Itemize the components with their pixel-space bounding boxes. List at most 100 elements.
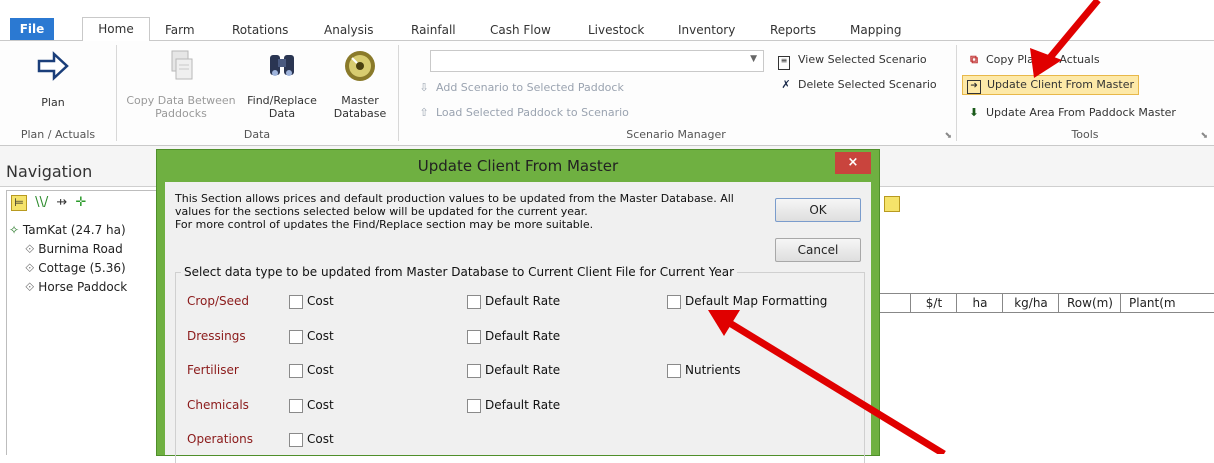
update-area-label: Update Area From Paddock Master xyxy=(986,106,1176,119)
view-selected-scenario-button[interactable]: ≡ View Selected Scenario xyxy=(778,51,927,70)
tree-item-label: Horse Paddock xyxy=(38,280,128,294)
grid-header-cell[interactable]: ha xyxy=(956,294,1003,312)
delete-selected-scenario-button[interactable]: ✗ Delete Selected Scenario xyxy=(778,76,937,94)
chemicals-default-rate-checkbox[interactable] xyxy=(467,399,481,413)
tree-item-farm[interactable]: ✧ TamKat (24.7 ha) xyxy=(9,223,126,237)
copy-document-icon xyxy=(171,50,193,80)
tree-item-paddock[interactable]: ⟐ Burnima Road xyxy=(25,242,123,257)
tab-file[interactable]: File xyxy=(10,18,54,40)
tab-home[interactable]: Home xyxy=(82,17,150,42)
document-list-icon: ≡ xyxy=(778,56,790,70)
load-paddock-label: Load Selected Paddock to Scenario xyxy=(436,106,629,119)
tab-analysis[interactable]: Analysis xyxy=(316,20,381,40)
tab-mapping[interactable]: Mapping xyxy=(842,20,910,40)
ribbon: Plan Plan / Actuals Copy Data Between Pa… xyxy=(0,41,1214,146)
description-line: For more control of updates the Find/Rep… xyxy=(175,218,594,231)
down-arrow-icon: ⬇ xyxy=(969,106,979,119)
grid-header-cell[interactable]: Plant(m xyxy=(1120,294,1214,312)
master-database-label-2: Database xyxy=(333,107,387,120)
tab-livestock[interactable]: Livestock xyxy=(580,20,652,40)
plan-button[interactable]: Plan xyxy=(28,49,78,109)
grid-header-cell[interactable]: $/t xyxy=(910,294,957,312)
database-disc-icon xyxy=(345,51,375,81)
master-database-button[interactable]: Master Database xyxy=(326,49,394,120)
group-label-data: Data xyxy=(243,128,271,141)
ribbon-tab-bar: File Home Farm Rotations Analysis Rainfa… xyxy=(0,0,1214,42)
dialog-description: This Section allows prices and default p… xyxy=(175,192,755,231)
tab-rainfall[interactable]: Rainfall xyxy=(403,20,464,40)
paddock-icon: ⟐ xyxy=(25,280,35,294)
update-client-from-master-button[interactable]: ➜ Update Client From Master xyxy=(962,75,1139,95)
tab-reports[interactable]: Reports xyxy=(762,20,824,40)
close-button[interactable]: × xyxy=(835,152,871,174)
find-replace-label-1: Find/Replace xyxy=(247,94,317,107)
update-client-icon: ➜ xyxy=(967,80,981,94)
group-label-scenario-manager: Scenario Manager xyxy=(626,128,726,141)
paddock-icon: ⟐ xyxy=(25,242,35,256)
fertiliser-cost-checkbox[interactable] xyxy=(289,364,303,378)
update-client-label: Update Client From Master xyxy=(987,78,1134,91)
copy-data-label-2: Paddocks xyxy=(155,107,207,120)
description-line: This Section allows prices and default p… xyxy=(175,192,734,205)
tab-rotations[interactable]: Rotations xyxy=(224,20,296,40)
default-map-formatting-checkbox[interactable] xyxy=(667,295,681,309)
group-label-tools: Tools xyxy=(1071,128,1099,141)
tab-inventory[interactable]: Inventory xyxy=(670,20,743,40)
dressings-default-rate-checkbox[interactable] xyxy=(467,330,481,344)
checkbox-label: Cost xyxy=(307,294,334,308)
tab-cash-flow[interactable]: Cash Flow xyxy=(482,20,559,40)
tree-item-paddock[interactable]: ⟐ Cottage (5.36) xyxy=(25,261,126,276)
binoculars-icon xyxy=(270,55,294,76)
row-label-operations: Operations xyxy=(187,432,253,446)
find-replace-data-button[interactable]: Find/Replace Data xyxy=(246,49,318,120)
link-icon[interactable]: ⇸ xyxy=(56,195,67,210)
copy-plan-label: Copy Plan To Actuals xyxy=(986,53,1100,66)
copy-data-between-paddocks-button[interactable]: Copy Data Between Paddocks xyxy=(120,49,242,120)
cancel-button[interactable]: Cancel xyxy=(775,238,861,262)
delete-x-icon: ✗ xyxy=(781,78,791,91)
tree-item-paddock[interactable]: ⟐ Horse Paddock xyxy=(25,280,127,295)
crop-seed-default-rate-checkbox[interactable] xyxy=(467,295,481,309)
fertiliser-default-rate-checkbox[interactable] xyxy=(467,364,481,378)
update-area-from-paddock-master-button[interactable]: ⬇ Update Area From Paddock Master xyxy=(966,104,1176,122)
checkbox-label: Default Rate xyxy=(485,329,561,343)
checkbox-label: Default Rate xyxy=(485,398,561,412)
row-label-chemicals: Chemicals xyxy=(187,398,249,412)
load-paddock-button[interactable]: ⇧ Load Selected Paddock to Scenario xyxy=(416,104,629,122)
checkbox-label: Default Rate xyxy=(485,294,561,308)
checkbox-label: Default Rate xyxy=(485,363,561,377)
description-line: values for the sections selected below w… xyxy=(175,205,588,218)
copy-data-label-1: Copy Data Between xyxy=(126,94,236,107)
grid-header-cell[interactable]: kg/ha xyxy=(1002,294,1059,312)
tab-farm[interactable]: Farm xyxy=(157,20,203,40)
delete-scenario-label: Delete Selected Scenario xyxy=(798,78,937,91)
add-scenario-button[interactable]: ⇩ Add Scenario to Selected Paddock xyxy=(416,79,623,97)
row-label-dressings: Dressings xyxy=(187,329,246,343)
grid-toolbar-icon[interactable] xyxy=(884,196,900,212)
arrow-right-icon xyxy=(37,51,69,81)
dialog-launcher-icon[interactable]: ⬊ xyxy=(944,131,952,141)
view-scenario-label: View Selected Scenario xyxy=(798,53,927,66)
checkbox-label: Default Map Formatting xyxy=(685,294,828,308)
tree-view-icon[interactable]: ⊨ xyxy=(11,195,27,211)
crop-icon[interactable]: \\/ xyxy=(35,195,48,210)
ok-button[interactable]: OK xyxy=(775,198,861,222)
grid-header-cell[interactable]: Row(m) xyxy=(1058,294,1121,312)
find-replace-label-2: Data xyxy=(268,107,296,120)
crop-seed-cost-checkbox[interactable] xyxy=(289,295,303,309)
dressings-cost-checkbox[interactable] xyxy=(289,330,303,344)
chemicals-cost-checkbox[interactable] xyxy=(289,399,303,413)
dialog-launcher-icon[interactable]: ⬊ xyxy=(1200,131,1208,141)
nutrients-checkbox[interactable] xyxy=(667,364,681,378)
checkbox-label: Cost xyxy=(307,432,334,446)
tree-item-label: Cottage (5.36) xyxy=(38,261,126,275)
navigation-title: Navigation xyxy=(6,162,93,181)
master-database-label-1: Master xyxy=(341,94,379,107)
copy-plan-icon: ⧉ xyxy=(970,53,978,66)
sprout-icon[interactable]: ✛ xyxy=(75,195,86,210)
scenario-dropdown[interactable]: ▼ xyxy=(430,50,764,72)
copy-plan-to-actuals-button[interactable]: ⧉ Copy Plan To Actuals xyxy=(966,51,1100,69)
group-box-label: Select data type to be updated from Mast… xyxy=(181,265,738,279)
operations-cost-checkbox[interactable] xyxy=(289,433,303,447)
load-up-arrow-icon: ⇧ xyxy=(419,106,429,119)
